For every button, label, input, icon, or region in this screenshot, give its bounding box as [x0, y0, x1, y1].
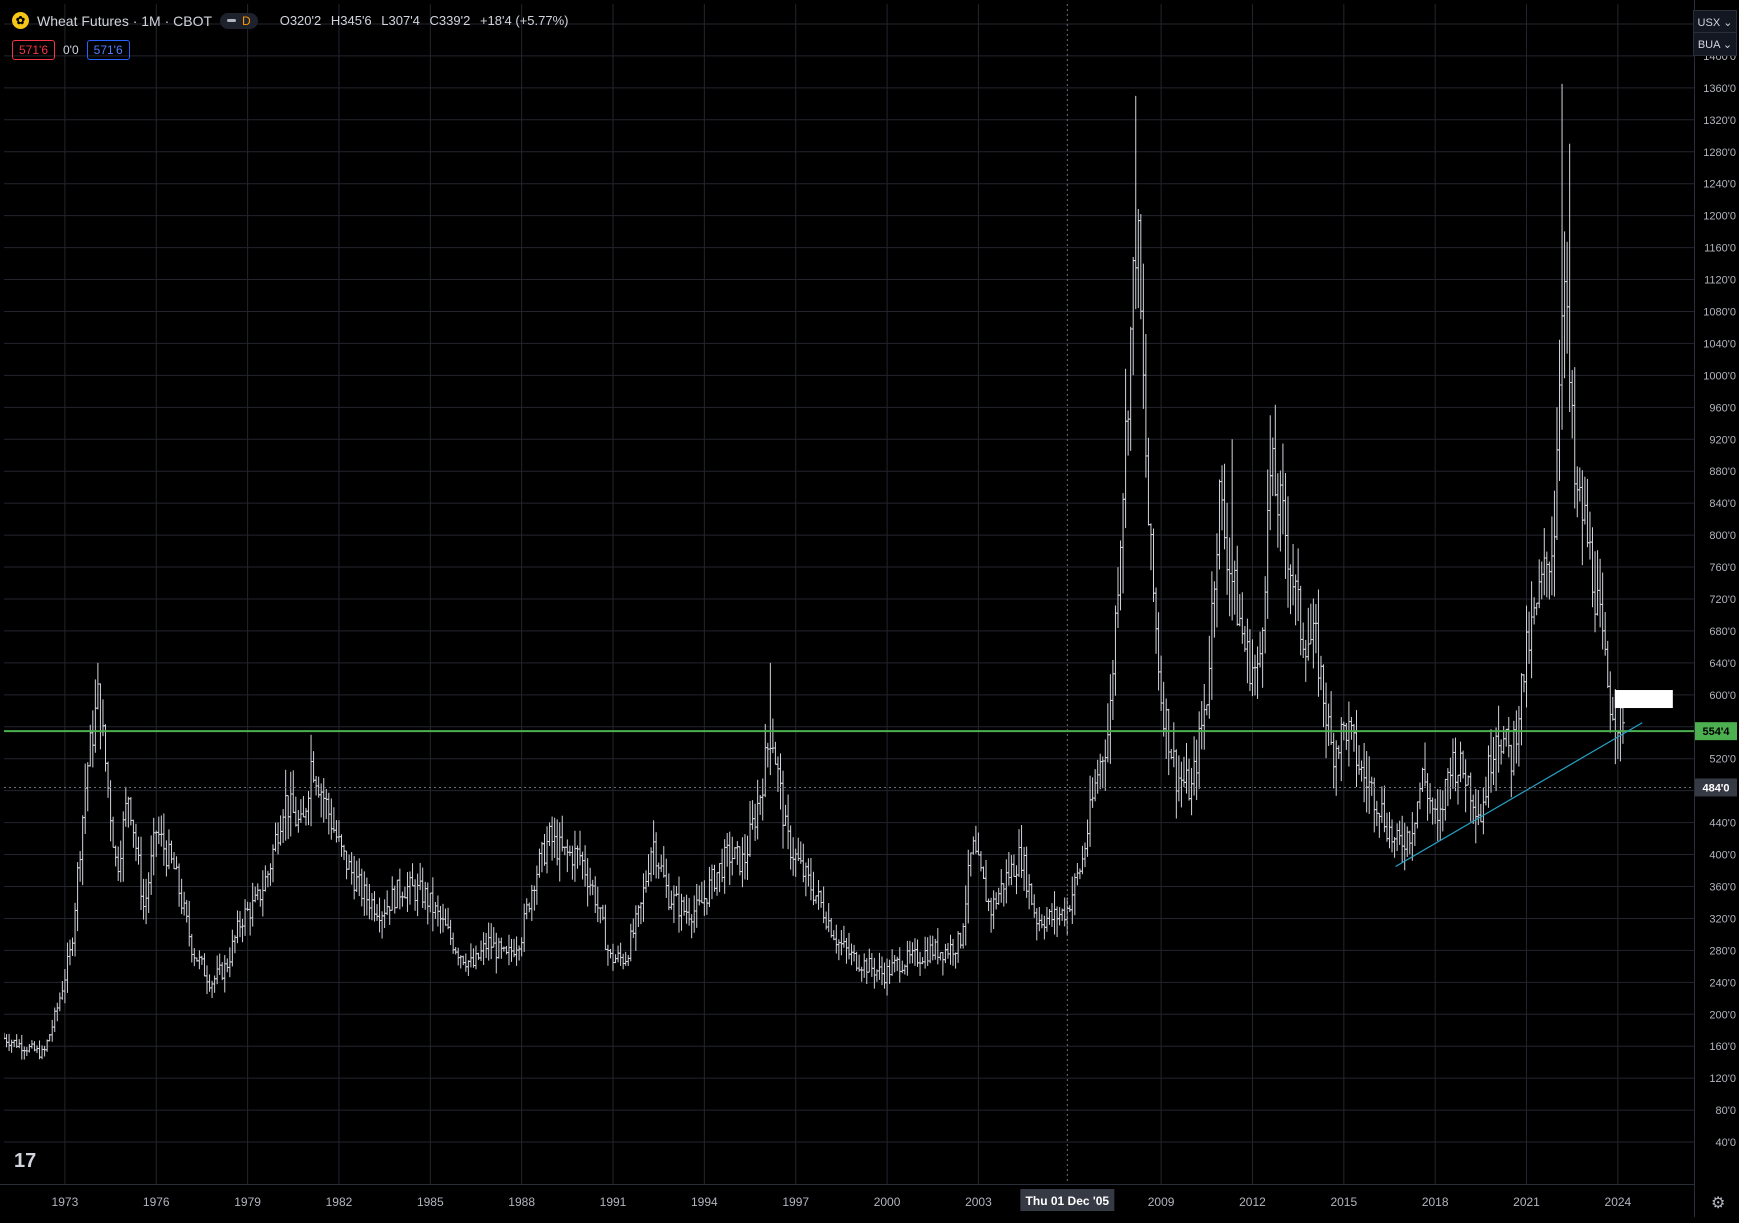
price-tick-label: 400'0 [1709, 850, 1736, 862]
price-tick-label: 320'0 [1709, 913, 1736, 925]
crosshair-price-label: 484'0 [1702, 782, 1729, 794]
time-tick-label: 1973 [52, 1195, 79, 1209]
ohlc-open: O320'2 [279, 13, 322, 28]
trade-badges: 571'6 0'0 571'6 [12, 40, 130, 60]
ohlc-high: H345'6 [330, 13, 372, 28]
price-tick-label: 1240'0 [1703, 179, 1736, 191]
price-tag-box [1614, 690, 1673, 709]
time-tick-label: 1976 [143, 1195, 170, 1209]
price-tick-label: 920'0 [1709, 434, 1736, 446]
price-tick-label: 880'0 [1709, 466, 1736, 478]
price-tick-label: 640'0 [1709, 658, 1736, 670]
ohlc-low: L307'4 [381, 13, 420, 28]
unit-dropdown[interactable]: BUA ⌄ [1693, 32, 1737, 56]
price-tick-label: 1040'0 [1703, 338, 1736, 350]
price-tick-label: 1320'0 [1703, 115, 1736, 127]
price-scale-svg: 40'0 80'0 120'0 160'0 200'0 240'0 280'0 320'0 36… [1695, 19, 1737, 1149]
buy-button[interactable]: 571'6 [86, 40, 130, 60]
price-tick-label: 1160'0 [1704, 243, 1736, 255]
time-tick-label: 1997 [782, 1195, 809, 1209]
price-tick-label: 1080'0 [1703, 306, 1736, 318]
price-chart-svg[interactable] [4, 4, 1694, 1184]
price-tick-label: 520'0 [1709, 754, 1736, 766]
time-tick-label: 2000 [874, 1195, 901, 1209]
currency-dropdown[interactable]: USX ⌄ [1693, 10, 1737, 34]
time-tick-label: 1985 [417, 1195, 444, 1209]
crosshair-date-label: Thu 01 Dec '05 [1026, 1194, 1110, 1208]
time-tick-label: 1994 [691, 1195, 718, 1209]
price-tick-label: 1120'0 [1704, 275, 1736, 287]
time-tick-label: 1982 [326, 1195, 353, 1209]
price-tick-label: 800'0 [1709, 530, 1736, 542]
time-tick-label: 2015 [1330, 1195, 1357, 1209]
tradingview-logo: 17 [14, 1150, 37, 1172]
chart-legend: ✿ Wheat Futures · 1M · CBOT D O320'2 H34… [12, 12, 574, 29]
price-tick-label: 200'0 [1709, 1009, 1736, 1021]
price-tick-label: 840'0 [1709, 498, 1736, 510]
interval-pill[interactable]: D [220, 12, 258, 29]
wheat-icon[interactable]: ✿ [12, 12, 29, 29]
chart-overlays [4, 4, 1694, 1184]
gear-icon[interactable]: ⚙ [1711, 1193, 1725, 1213]
price-tick-label: 160'0 [1709, 1041, 1736, 1053]
interval-flag: D [242, 13, 251, 28]
price-tick-label: 440'0 [1709, 818, 1736, 830]
time-tick-label: 2003 [965, 1195, 992, 1209]
time-tick-label: 2012 [1239, 1195, 1266, 1209]
symbol-title[interactable]: Wheat Futures · 1M · CBOT [37, 13, 212, 29]
price-tick-label: 720'0 [1709, 594, 1736, 606]
ohlc-change: +18'4 (+5.77%) [479, 13, 569, 28]
time-tick-label: 1988 [508, 1195, 535, 1209]
chart-pane[interactable] [4, 4, 1694, 1184]
price-tick-label: 40'0 [1716, 1137, 1736, 1149]
time-tick-label: 2021 [1513, 1195, 1540, 1209]
time-tick-label: 2024 [1605, 1195, 1632, 1209]
price-tick-label: 760'0 [1709, 562, 1736, 574]
price-tick-label: 80'0 [1716, 1105, 1736, 1117]
chart-grid [4, 4, 1694, 1184]
time-scale[interactable]: 1973 1976 1979 1982 1985 1988 1991 1994 1997 2000… [0, 1184, 1694, 1218]
price-tick-label: 1000'0 [1703, 370, 1736, 382]
time-tick-label: 1991 [600, 1195, 627, 1209]
time-tick-label: 2018 [1422, 1195, 1449, 1209]
price-tick-label: 680'0 [1709, 626, 1736, 638]
price-tick-label: 960'0 [1709, 402, 1736, 414]
price-tick-label: 1200'0 [1703, 211, 1736, 223]
minus-icon [227, 19, 237, 22]
price-tick-label: 600'0 [1709, 690, 1736, 702]
time-scale-svg: 1973 1976 1979 1982 1985 1988 1991 1994 1997 2000… [52, 1189, 1632, 1211]
spread-value: 0'0 [63, 43, 79, 57]
time-tick-label: 2009 [1148, 1195, 1175, 1209]
price-tick-label: 240'0 [1709, 977, 1736, 989]
price-tick-label: 1360'0 [1703, 83, 1736, 95]
ohlc-close: C339'2 [429, 13, 471, 28]
price-scale[interactable]: 40'0 80'0 120'0 160'0 200'0 240'0 280'0 320'0 36… [1694, 0, 1739, 1217]
ohlc-readout: O320'2 H345'6 L307'4 C339'2 +18'4 (+5.77… [280, 13, 575, 28]
price-tick-label: 360'0 [1709, 881, 1736, 893]
price-tick-label: 120'0 [1709, 1073, 1736, 1085]
sell-button[interactable]: 571'6 [12, 40, 55, 60]
support-price-label: 554'4 [1702, 726, 1730, 738]
time-tick-label: 1979 [234, 1195, 261, 1209]
price-tick-label: 1280'0 [1703, 147, 1736, 159]
price-tick-label: 280'0 [1709, 945, 1736, 957]
